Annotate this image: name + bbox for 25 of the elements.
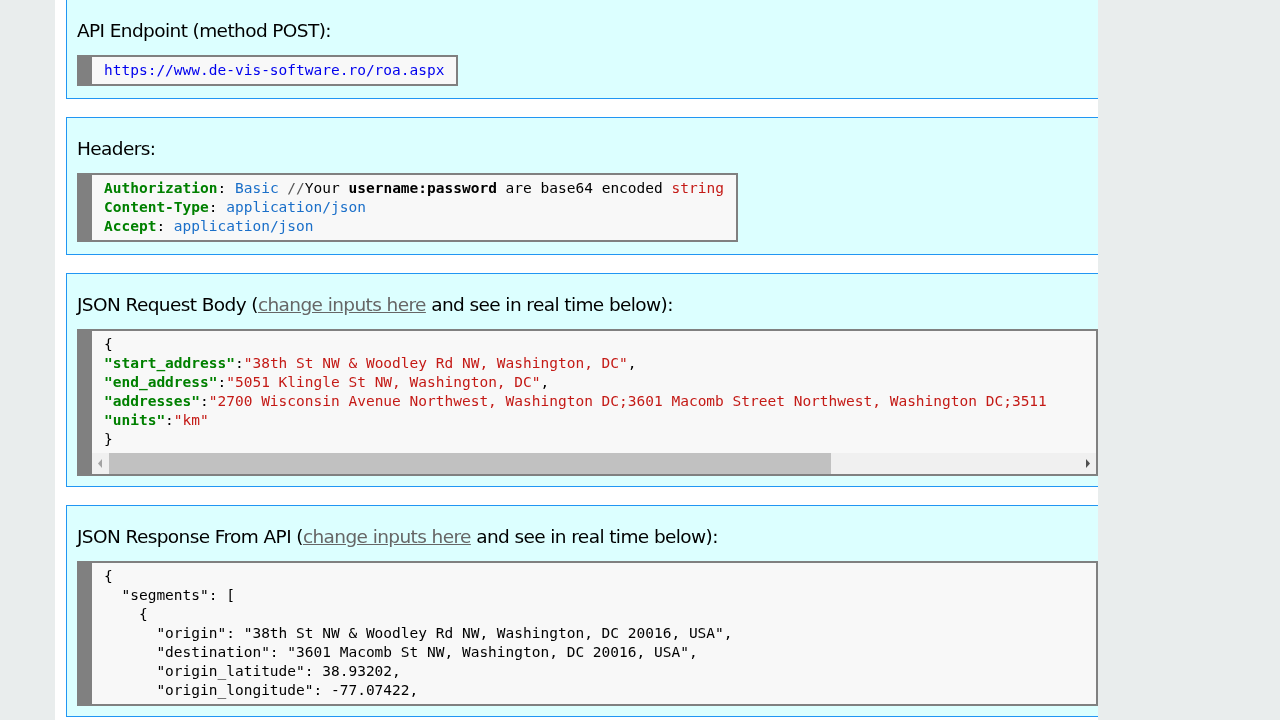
change-inputs-link[interactable]: change inputs here: [257, 294, 426, 315]
code-line: "origin_latitude": 38.93202,: [155, 662, 402, 681]
section-heading: API Endpoint (method POST):: [77, 19, 332, 43]
code-line: "addresses":"2700 Wisconsin Avenue Northwest, Washington DC;3601 Macomb Street Northwest, Washington DC;3511: [104, 392, 1048, 411]
code-line: https://www.de-vis-software.ro/roa.aspx: [104, 61, 445, 80]
section-heading: Headers:: [77, 137, 157, 161]
code-line: Accept: application/json: [104, 217, 315, 236]
code-line: {: [104, 335, 114, 354]
code-line: }: [104, 430, 114, 449]
code-line: {: [104, 567, 114, 586]
section-heading: JSON Response From API (change inputs here and see in real time below):: [77, 525, 719, 549]
change-inputs-link[interactable]: change inputs here: [302, 526, 471, 547]
code-line: {: [137, 605, 149, 624]
code-line: "end_address":"5051 Klingle St NW, Washington, DC",: [104, 373, 551, 392]
code-line: "start_address":"38th St NW & Woodley Rd NW, Washington, DC",: [104, 354, 638, 373]
code-line: "units":"km": [104, 411, 210, 430]
code-line: "origin": "38th St NW & Woodley Rd NW, Washington, DC 20016, USA",: [155, 624, 734, 643]
horizontal-scrollbar[interactable]: [92, 453, 1096, 474]
code-line: Content-Type: application/json: [104, 198, 367, 217]
section-heading: JSON Request Body (change inputs here and see in real time below):: [77, 293, 674, 317]
code-line: Authorization: Basic //Your username:password are base64 encoded string: [104, 179, 724, 198]
code-line: "segments": [: [120, 586, 236, 605]
code-line: "origin_longitude": -77.07422,: [155, 681, 420, 700]
code-line: "destination": "3601 Macomb St NW, Washington, DC 20016, USA",: [155, 643, 699, 662]
scrollbar-thumb[interactable]: [109, 453, 831, 474]
